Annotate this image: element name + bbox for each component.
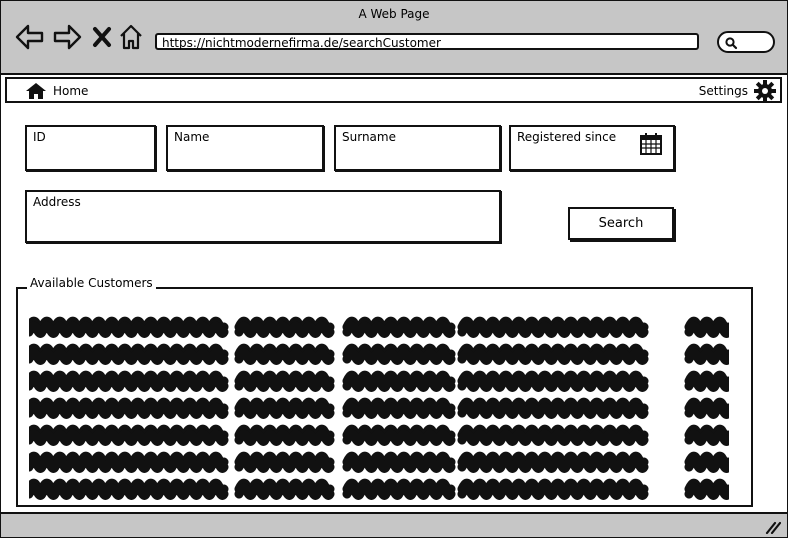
table-cell xyxy=(29,343,229,365)
table-cell xyxy=(342,370,456,392)
home-label: Home xyxy=(53,84,89,98)
table-cell xyxy=(457,451,649,473)
table-cell xyxy=(29,370,229,392)
forward-button[interactable] xyxy=(52,23,82,51)
status-bar xyxy=(1,512,787,537)
table-cell xyxy=(457,397,649,419)
table-cell xyxy=(29,478,229,500)
table-cell xyxy=(457,343,649,365)
house-icon xyxy=(26,83,46,99)
address-field[interactable]: Address xyxy=(25,190,501,243)
back-button[interactable] xyxy=(15,23,45,51)
browser-chrome: A Web Page https://nichtmodernefirma.de/… xyxy=(1,1,787,75)
table-cell xyxy=(234,316,335,338)
table-cell xyxy=(29,397,229,419)
menu-home-link[interactable]: Home xyxy=(25,82,88,100)
table-cell xyxy=(234,451,335,473)
name-field[interactable]: Name xyxy=(166,125,324,171)
table-cell xyxy=(234,343,335,365)
window-title: A Web Page xyxy=(358,7,430,21)
registered-since-field[interactable]: Registered since xyxy=(509,125,675,171)
table-cell xyxy=(684,451,729,473)
browser-window: A Web Page https://nichtmodernefirma.de/… xyxy=(0,0,788,538)
table-cell xyxy=(29,451,229,473)
address-label: Address xyxy=(33,195,81,209)
forward-arrow-icon xyxy=(53,24,82,50)
surname-label: Surname xyxy=(342,130,396,144)
table-cell xyxy=(342,424,456,446)
back-arrow-icon xyxy=(15,24,44,50)
search-button[interactable]: Search xyxy=(568,207,674,240)
table-cell xyxy=(234,370,335,392)
id-field[interactable]: ID xyxy=(25,125,156,171)
table-cell xyxy=(234,397,335,419)
table-cell xyxy=(684,424,729,446)
browser-search-field[interactable] xyxy=(717,31,775,53)
table-cell xyxy=(29,316,229,338)
stop-button[interactable] xyxy=(87,23,117,51)
calendar-icon[interactable] xyxy=(639,132,663,156)
table-cell xyxy=(457,370,649,392)
menu-settings-link[interactable]: Settings xyxy=(699,80,776,102)
table-cell xyxy=(342,478,456,500)
home-outline-icon xyxy=(120,24,142,50)
registered-since-label: Registered since xyxy=(517,130,617,144)
magnifier-icon xyxy=(725,37,738,50)
home-nav-button[interactable] xyxy=(116,23,146,51)
table-cell xyxy=(684,478,729,500)
table-cell xyxy=(684,316,729,338)
table-cell xyxy=(342,397,456,419)
name-label: Name xyxy=(174,130,210,144)
surname-field[interactable]: Surname xyxy=(334,125,501,171)
id-label: ID xyxy=(33,130,46,144)
table-cell xyxy=(342,451,456,473)
resize-grip-icon[interactable] xyxy=(765,520,781,534)
table-cell xyxy=(457,424,649,446)
table-cell xyxy=(342,316,456,338)
settings-label: Settings xyxy=(698,84,748,98)
table-cell xyxy=(457,316,649,338)
table-cell xyxy=(342,343,456,365)
customers-group-title: Available Customers xyxy=(27,276,156,290)
table-cell xyxy=(684,397,729,419)
table-cell xyxy=(457,478,649,500)
menu-bar: Home Settings xyxy=(5,77,782,103)
url-bar[interactable]: https://nichtmodernefirma.de/searchCusto… xyxy=(155,33,699,50)
gear-icon xyxy=(754,80,776,102)
table-cell xyxy=(234,424,335,446)
table-cell xyxy=(29,424,229,446)
customers-table xyxy=(29,316,729,500)
table-cell xyxy=(684,370,729,392)
table-cell xyxy=(684,343,729,365)
table-cell xyxy=(234,478,335,500)
close-x-icon xyxy=(93,27,111,47)
